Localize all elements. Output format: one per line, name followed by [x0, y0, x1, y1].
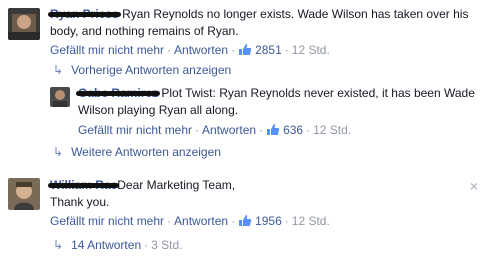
comment-text-line-2: Thank you.: [50, 195, 110, 209]
reply-link[interactable]: Antworten: [202, 123, 256, 137]
more-replies-toggle[interactable]: ↳ Weitere Antworten anzeigen: [53, 145, 221, 159]
reply-link[interactable]: Antworten: [174, 214, 228, 228]
comment-timestamp[interactable]: 12 Std.: [292, 43, 330, 57]
unlike-link[interactable]: Gefällt mir nicht mehr: [50, 43, 164, 57]
thumbs-up-icon: [239, 215, 252, 226]
comment-timestamp[interactable]: 12 Std.: [292, 214, 330, 228]
thumbs-up-icon: [239, 44, 252, 55]
thumbs-up-icon: [267, 124, 280, 135]
like-count[interactable]: 2851: [238, 43, 282, 57]
reply-actions: Gefällt mir nicht mehr · Antworten · 636 · 12 …: [78, 123, 352, 137]
avatar[interactable]: [8, 178, 40, 210]
close-icon[interactable]: ×: [470, 178, 478, 194]
reply-arrow-icon: ↳: [53, 63, 64, 77]
reply-arrow-icon: ↳: [53, 145, 64, 159]
comment-actions: Gefällt mir nicht mehr · Antworten · 1956 · 12…: [50, 214, 330, 228]
comment-author-name[interactable]: William Rae: [47, 177, 120, 194]
avatar[interactable]: [50, 87, 70, 107]
avatar-photo: [8, 8, 40, 40]
comment-text-line-1: Dear Marketing Team,: [117, 178, 236, 192]
comment-body: William RaeDear Marketing Team, Thank yo…: [47, 177, 450, 211]
comment-body: Ryan Priess Ryan Reynolds no longer exis…: [48, 6, 486, 40]
unlike-link[interactable]: Gefällt mir nicht mehr: [78, 123, 192, 137]
avatar[interactable]: [8, 8, 40, 40]
comment-actions: Gefällt mir nicht mehr · Antworten · 2851 · 12…: [50, 43, 330, 57]
reply-link[interactable]: Antworten: [174, 43, 228, 57]
reply-arrow-icon: ↳: [53, 238, 64, 252]
reply-author-name[interactable]: Gabe Ramirez: [75, 85, 161, 102]
avatar-photo: [50, 87, 70, 107]
reply-timestamp[interactable]: 12 Std.: [313, 123, 351, 137]
avatar-photo: [8, 178, 40, 210]
reply-body: Gabe Ramirez Plot Twist: Ryan Reynolds n…: [75, 85, 486, 119]
like-count[interactable]: 636: [266, 123, 303, 137]
previous-replies-toggle[interactable]: ↳ Vorherige Antworten anzeigen: [53, 63, 231, 77]
replies-timestamp: 3 Std.: [151, 238, 183, 252]
comment-author-name[interactable]: Ryan Priess: [48, 6, 121, 23]
replies-count-toggle[interactable]: ↳ 14 Antworten · 3 Std.: [53, 238, 182, 252]
unlike-link[interactable]: Gefällt mir nicht mehr: [50, 214, 164, 228]
like-count[interactable]: 1956: [238, 214, 282, 228]
